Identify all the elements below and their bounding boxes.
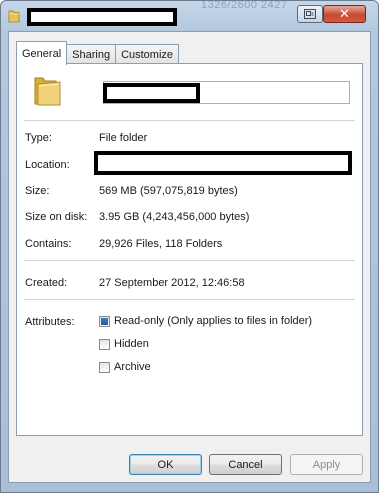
general-panel: Type: File folder Location: Size: 569 MB… — [16, 63, 363, 436]
tab-sharing[interactable]: Sharing — [66, 44, 117, 64]
tab-label: Sharing — [72, 48, 111, 61]
folder-name-input[interactable] — [103, 81, 350, 104]
cancel-button[interactable]: Cancel — [209, 454, 282, 475]
folder-name-redacted — [103, 83, 200, 103]
tab-label: General — [22, 47, 62, 60]
location-label: Location: — [25, 159, 70, 171]
divider — [24, 260, 355, 261]
apply-button[interactable]: Apply — [290, 454, 363, 475]
background-text: 1326/2600 2427 — [201, 0, 288, 11]
tab-customize[interactable]: Customize — [115, 44, 180, 64]
size-label: Size: — [25, 185, 50, 197]
hidden-label: Hidden — [114, 338, 149, 350]
close-button[interactable]: ✕ — [323, 5, 366, 23]
tab-strip: General Sharing Customize — [16, 40, 180, 65]
properties-window: 1326/2600 2427 ✕ General Sharing Customi… — [0, 0, 379, 493]
archive-label: Archive — [114, 361, 151, 373]
ok-button[interactable]: OK — [129, 454, 202, 475]
size-value: 569 MB (597,075,819 bytes) — [99, 185, 238, 197]
size-on-disk-value: 3.95 GB (4,243,456,000 bytes) — [99, 211, 250, 223]
location-value-redacted — [94, 151, 352, 175]
hidden-checkbox-row[interactable]: Hidden — [99, 338, 149, 350]
readonly-checkbox-row[interactable]: Read-only (Only applies to files in fold… — [99, 315, 312, 327]
hidden-checkbox[interactable] — [99, 338, 110, 350]
readonly-label: Read-only (Only applies to files in fold… — [114, 315, 313, 327]
divider — [24, 120, 355, 121]
created-label: Created: — [25, 277, 68, 289]
window-title-redacted — [27, 8, 177, 26]
readonly-checkbox[interactable] — [99, 315, 110, 327]
tab-label: Customize — [121, 48, 174, 61]
type-value: File folder — [99, 132, 148, 144]
contains-label: Contains: — [25, 238, 72, 250]
attributes-label: Attributes: — [25, 316, 75, 328]
dialog-body: General Sharing Customize Type: File fol… — [8, 31, 371, 483]
size-on-disk-label: Size on disk: — [25, 211, 88, 223]
type-label: Type: — [25, 132, 52, 144]
folder-icon — [34, 77, 61, 106]
help-button[interactable] — [297, 5, 323, 23]
divider — [24, 299, 355, 300]
archive-checkbox[interactable] — [99, 361, 110, 373]
archive-checkbox-row[interactable]: Archive — [99, 361, 151, 373]
tab-general[interactable]: General — [16, 41, 68, 65]
created-value: 27 September 2012, 12:46:58 — [99, 277, 245, 289]
close-icon: ✕ — [339, 6, 350, 21]
contains-value: 29,926 Files, 118 Folders — [99, 238, 223, 250]
folder-icon — [8, 10, 20, 23]
help-icon — [304, 9, 316, 19]
